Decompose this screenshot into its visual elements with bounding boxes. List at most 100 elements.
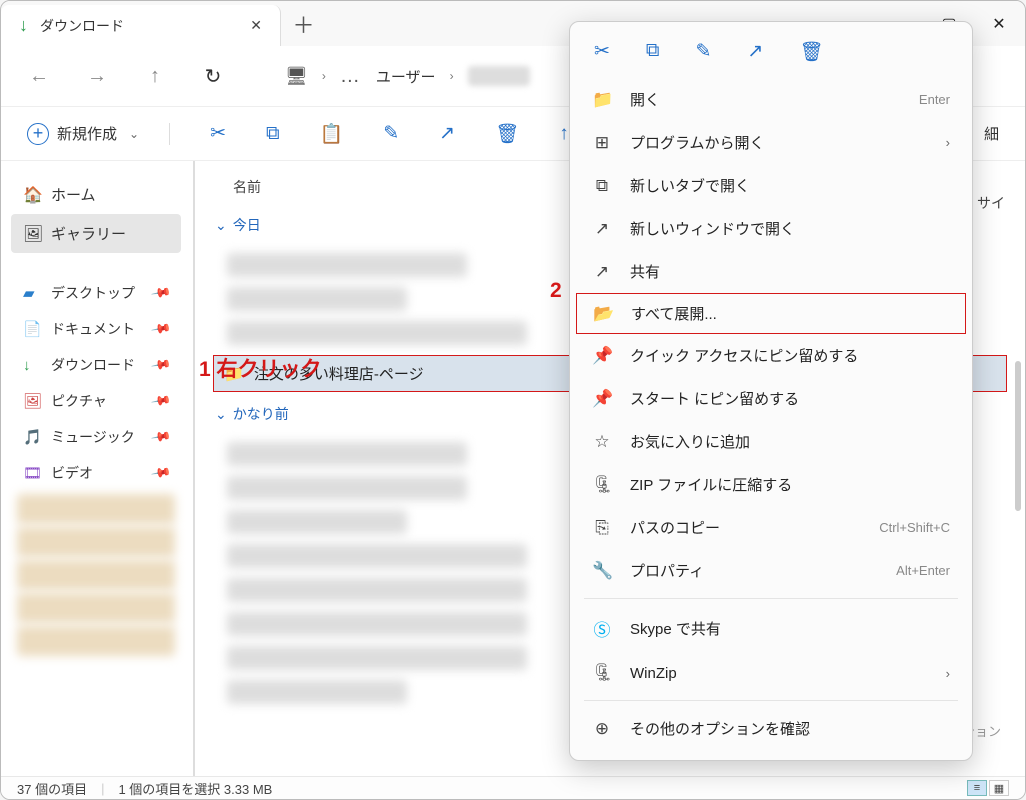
chevron-right-icon: › (946, 666, 950, 681)
picture-icon: 🖼 (23, 392, 41, 410)
status-selection: 1 個の項目を選択 3.33 MB (118, 779, 272, 798)
gallery-icon: 🖼 (23, 224, 41, 244)
chevron-icon: › (322, 69, 326, 83)
column-header-size[interactable]: サイ (977, 193, 1005, 213)
window-icon: ↗ (592, 219, 612, 239)
tab-icon: ⧉ (592, 176, 612, 196)
chevron-right-icon: › (946, 135, 950, 150)
ctx-pin-quick[interactable]: 📌クイック アクセスにピン留めする (570, 334, 972, 377)
share-icon: ↗ (592, 262, 612, 282)
tab-title: ダウンロード (40, 16, 238, 36)
context-quick-actions: ✂ ⧉ ✎ ↗ 🗑 (570, 32, 972, 78)
copy-icon[interactable]: ⧉ (266, 123, 280, 145)
share-icon[interactable]: ↗ (747, 40, 763, 64)
pin-icon: 📌 (150, 426, 172, 448)
delete-icon[interactable]: 🗑 (495, 122, 519, 146)
tab-downloads[interactable]: ↓ ダウンロード ✕ (1, 5, 281, 46)
refresh-button[interactable]: ↻ (203, 64, 223, 89)
sidebar-home[interactable]: 🏠ホーム (11, 175, 181, 214)
folder-icon: 📁 (592, 90, 612, 110)
pin-icon: 📌 (592, 389, 612, 409)
path-icon: ⎘ (592, 518, 612, 538)
window-close-button[interactable]: ✕ (973, 1, 1025, 46)
new-button[interactable]: + 新規作成 ⌄ (27, 123, 170, 145)
sidebar-redacted (17, 626, 175, 656)
download-icon: ↓ (23, 357, 41, 374)
pin-icon: 📌 (150, 390, 172, 412)
ctx-new-tab[interactable]: ⧉新しいタブで開く (570, 164, 972, 207)
sidebar-music[interactable]: 🎵ミュージック📌 (11, 419, 181, 455)
annotation-2: 2 (550, 279, 562, 303)
music-icon: 🎵 (23, 428, 41, 446)
copy-icon[interactable]: ⧉ (646, 40, 660, 64)
file-redacted (227, 578, 527, 602)
ctx-new-window[interactable]: ↗新しいウィンドウで開く (570, 207, 972, 250)
file-redacted (227, 442, 467, 466)
breadcrumb-user[interactable]: ユーザー (376, 66, 436, 87)
sidebar-documents[interactable]: 📄ドキュメント📌 (11, 311, 181, 347)
sidebar-pictures[interactable]: 🖼ピクチャ📌 (11, 383, 181, 419)
ctx-winzip[interactable]: 🗜WinZip› (570, 652, 972, 694)
video-icon: 🎞 (23, 464, 41, 482)
sidebar-redacted (17, 527, 175, 557)
wrench-icon: 🔧 (592, 561, 612, 581)
chevron-down-icon: ⌄ (129, 127, 139, 141)
sidebar-downloads[interactable]: ↓ダウンロード📌 (11, 347, 181, 383)
file-redacted (227, 680, 407, 704)
delete-icon[interactable]: 🗑 (799, 40, 823, 64)
ctx-zip[interactable]: 🗜ZIP ファイルに圧縮する (570, 463, 972, 506)
file-redacted (227, 321, 527, 345)
sidebar-desktop[interactable]: ▰デスクトップ📌 (11, 275, 181, 311)
ctx-share[interactable]: ↗共有 (570, 250, 972, 293)
home-icon: 🏠 (23, 185, 41, 205)
up-button[interactable]: ↑ (145, 65, 165, 88)
sidebar-redacted (17, 560, 175, 590)
download-icon: ↓ (19, 15, 28, 36)
more-icon: ⊕ (592, 719, 612, 739)
status-bar: 37 個の項目 | 1 個の項目を選択 3.33 MB ≡ ▦ (1, 776, 1025, 799)
share-icon[interactable]: ↗ (439, 122, 455, 145)
breadcrumb-redacted (468, 66, 530, 86)
view-icons-button[interactable]: ▦ (989, 780, 1009, 796)
annotation-1: 1 右クリック (199, 353, 322, 383)
ctx-favorite[interactable]: ☆お気に入りに追加 (570, 420, 972, 463)
scrollbar-thumb[interactable] (1015, 361, 1021, 511)
breadcrumb-overflow[interactable]: … (340, 65, 362, 88)
ctx-properties[interactable]: 🔧プロパティAlt+Enter (570, 549, 972, 592)
separator (584, 598, 958, 599)
back-button[interactable]: ← (29, 65, 49, 88)
ctx-copy-path[interactable]: ⎘パスのコピーCtrl+Shift+C (570, 506, 972, 549)
status-item-count: 37 個の項目 (17, 779, 87, 798)
app-icon: ⊞ (592, 133, 612, 153)
file-redacted (227, 510, 407, 534)
forward-button[interactable]: → (87, 65, 107, 88)
pin-icon: 📌 (150, 354, 172, 376)
cut-icon[interactable]: ✂ (210, 122, 226, 145)
view-details-button[interactable]: ≡ (967, 780, 987, 796)
winzip-icon: 🗜 (592, 663, 612, 683)
sidebar-videos[interactable]: 🎞ビデオ📌 (11, 455, 181, 491)
cut-icon[interactable]: ✂ (594, 40, 610, 64)
file-redacted (227, 476, 467, 500)
ctx-extract-all[interactable]: 📂すべて展開... (576, 293, 966, 334)
sidebar-gallery[interactable]: 🖼ギャラリー (11, 214, 181, 253)
ctx-skype[interactable]: ⓈSkype で共有 (570, 605, 972, 652)
ctx-open-with[interactable]: ⊞プログラムから開く› (570, 121, 972, 164)
document-icon: 📄 (23, 320, 41, 338)
this-pc-icon[interactable]: 🖥 (285, 66, 308, 87)
breadcrumb[interactable]: 🖥 › … ユーザー › (285, 65, 530, 88)
new-tab-button[interactable]: ＋ (281, 1, 326, 46)
ctx-open[interactable]: 📁開くEnter (570, 78, 972, 121)
rename-icon[interactable]: ✎ (383, 122, 399, 145)
close-tab-icon[interactable]: ✕ (250, 17, 262, 34)
ctx-pin-start[interactable]: 📌スタート にピン留めする (570, 377, 972, 420)
rename-icon[interactable]: ✎ (696, 40, 712, 64)
separator (584, 700, 958, 701)
pin-icon: 📌 (150, 462, 172, 484)
context-menu: ✂ ⧉ ✎ ↗ 🗑 📁開くEnter ⊞プログラムから開く› ⧉新しいタブで開く… (569, 21, 973, 761)
zip-icon: 🗜 (592, 475, 612, 495)
pin-icon: 📌 (150, 318, 172, 340)
plus-icon: + (27, 123, 49, 145)
sort-icon[interactable]: ↑ (559, 123, 569, 145)
ctx-more-options[interactable]: ⊕その他のオプションを確認 (570, 707, 972, 750)
